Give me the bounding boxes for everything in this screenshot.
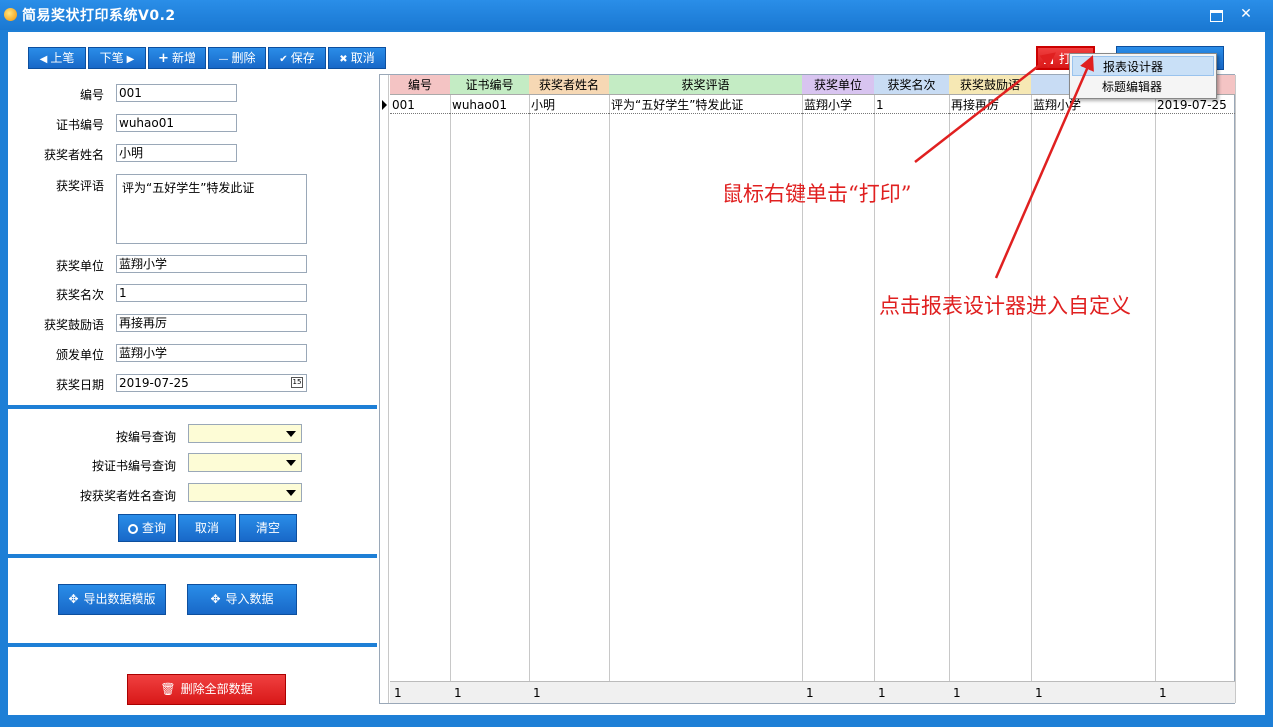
- arrow-to-print: [914, 52, 1056, 163]
- app-icon: [4, 8, 17, 21]
- title-bar[interactable]: 简易奖状打印系统V0.2 ✕: [0, 0, 1273, 30]
- restore-icon[interactable]: [1206, 5, 1226, 23]
- close-icon[interactable]: ✕: [1236, 5, 1256, 23]
- main-client-area: ◀ 上笔 下笔 ▶ + 新增 — 删除 ✔ 保存 ✖ 取消 打 编号 001 证书编号 wu…: [8, 32, 1265, 715]
- annotation-arrows: [914, 52, 1094, 279]
- window-title: 简易奖状打印系统V0.2: [22, 8, 176, 24]
- arrow-to-report-designer: [994, 55, 1094, 279]
